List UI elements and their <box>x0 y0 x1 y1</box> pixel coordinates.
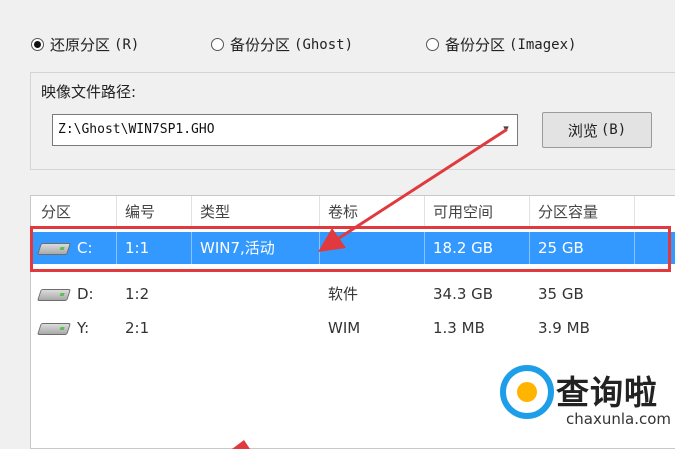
watermark-logo-icon <box>500 365 554 419</box>
table-row[interactable]: Y: 2:1 WIM 1.3 MB 3.9 MB <box>31 312 675 344</box>
watermark-url: chaxunla.com <box>566 410 671 428</box>
row-volume-label: WIM <box>328 319 361 337</box>
radio-backup-ghost-key: (Ghost) <box>294 36 354 53</box>
header-capacity[interactable]: 分区容量 <box>538 196 598 228</box>
image-path-value: Z:\Ghost\WIN7SP1.GHO <box>58 122 215 137</box>
table-row[interactable]: D: 1:2 软件 34.3 GB 35 GB <box>31 278 675 310</box>
header-partition[interactable]: 分区 <box>41 196 71 228</box>
radio-backup-imagex-label: 备份分区 <box>445 36 506 54</box>
row-drive: D: <box>77 285 94 303</box>
radio-dot <box>426 38 439 51</box>
browse-button[interactable]: 浏览 (B) <box>542 112 652 148</box>
radio-backup-imagex-key: (Imagex) <box>509 36 577 53</box>
row-number: 1:2 <box>125 285 150 303</box>
radio-restore-partition[interactable]: 还原分区 (R) <box>31 34 139 55</box>
row-drive: Y: <box>77 319 90 337</box>
row-number: 2:1 <box>125 319 150 337</box>
browse-button-label: 浏览 <box>567 121 598 140</box>
header-free-space[interactable]: 可用空间 <box>433 196 493 228</box>
header-number[interactable]: 编号 <box>125 196 155 228</box>
header-type[interactable]: 类型 <box>200 196 230 228</box>
chevron-down-icon[interactable]: ▾ <box>500 122 512 136</box>
header-volume-label[interactable]: 卷标 <box>328 196 358 228</box>
image-path-combobox[interactable]: Z:\Ghost\WIN7SP1.GHO <box>52 114 518 146</box>
row-capacity: 3.9 MB <box>538 319 590 337</box>
hard-drive-icon <box>37 323 71 335</box>
row-volume-label: 软件 <box>328 285 359 303</box>
hard-drive-icon <box>37 289 71 301</box>
row-capacity: 35 GB <box>538 285 584 303</box>
browse-button-key: (B) <box>600 122 627 138</box>
selection-highlight-annotation <box>30 226 671 272</box>
row-free-space: 34.3 GB <box>433 285 494 303</box>
radio-restore-label: 还原分区 <box>50 36 111 54</box>
radio-dot <box>211 38 224 51</box>
table-header: 分区 编号 类型 卷标 可用空间 分区容量 <box>31 196 675 228</box>
image-path-label: 映像文件路径: <box>41 83 137 101</box>
radio-restore-key: (R) <box>114 36 140 53</box>
radio-backup-ghost-label: 备份分区 <box>230 36 291 54</box>
radio-backup-ghost[interactable]: 备份分区 (Ghost) <box>211 34 353 55</box>
radio-dot-selected <box>31 38 44 51</box>
watermark-name: 查询啦 <box>556 373 658 412</box>
radio-backup-imagex[interactable]: 备份分区 (Imagex) <box>426 34 576 55</box>
row-free-space: 1.3 MB <box>433 319 485 337</box>
